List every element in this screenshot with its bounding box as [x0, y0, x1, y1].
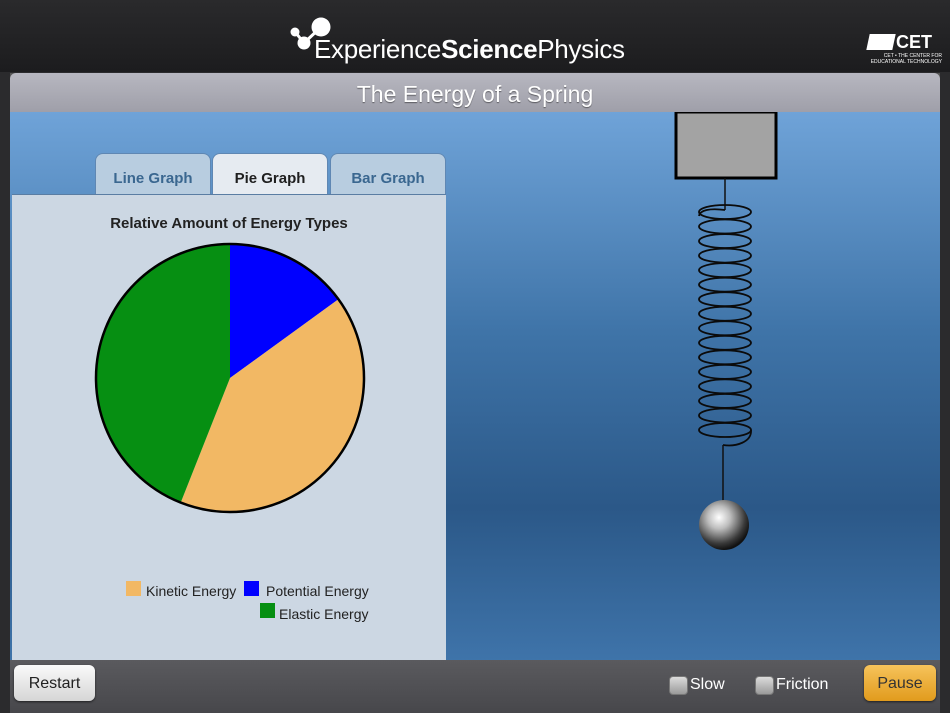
spring-coil [698, 233, 752, 249]
spring-coil [698, 378, 752, 395]
spring-coil [698, 363, 752, 380]
pause-button[interactable]: Pause [864, 665, 936, 701]
spring-coil [698, 422, 752, 438]
tab-line-graph[interactable]: Line Graph [95, 153, 211, 194]
spring-coil [698, 247, 752, 264]
spring-coil [698, 291, 752, 308]
legend-elastic-energy: Elastic Energy [279, 606, 369, 622]
spring-coil [698, 276, 752, 293]
tab-bar-graph[interactable]: Bar Graph [330, 153, 446, 194]
spring-coils [698, 204, 752, 447]
spring-coil [698, 305, 752, 322]
spring-coil [698, 334, 752, 351]
legend-swatch-kinetic [126, 581, 141, 596]
friction-label: Friction [776, 676, 829, 693]
spring-coil [698, 320, 752, 337]
tab-pie-graph[interactable]: Pie Graph [212, 153, 328, 194]
legend-swatch-potential [244, 581, 259, 596]
brand-name: ExperienceSciencePhysics [314, 34, 625, 64]
energy-pie-chart [94, 242, 366, 514]
legend-swatch-elastic [260, 603, 275, 618]
title-bar: The Energy of a Spring [10, 73, 940, 112]
cet-mark-icon [866, 34, 896, 50]
spring-coil [698, 393, 752, 409]
legend-kinetic-energy: Kinetic Energy [146, 583, 237, 599]
cet-logo: CET CET • THE CENTER FOR EDUCATIONAL TEC… [866, 32, 942, 65]
ceiling-block [674, 112, 778, 180]
legend-potential-energy: Potential Energy [266, 583, 369, 599]
slow-checkbox[interactable] [669, 676, 688, 695]
spring-coil [698, 218, 752, 235]
restart-button[interactable]: Restart [14, 665, 95, 701]
app-header: ExperienceSciencePhysics CET CET • THE C… [0, 0, 950, 72]
mass-ball [699, 500, 749, 550]
spring-apparatus [674, 112, 778, 550]
friction-checkbox[interactable] [755, 676, 774, 695]
spring-coil [698, 349, 752, 366]
slow-label: Slow [690, 676, 725, 693]
spring-coil [698, 262, 752, 279]
spring-coil [698, 407, 752, 424]
chart-title: Relative Amount of Energy Types [110, 215, 348, 232]
page-title: The Energy of a Spring [356, 81, 594, 107]
